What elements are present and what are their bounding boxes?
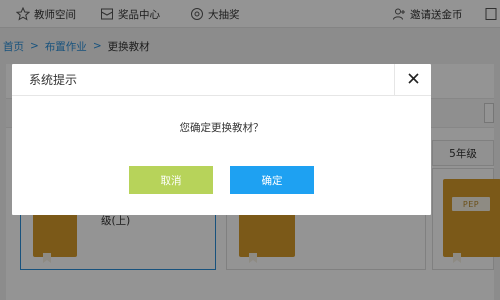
confirm-dialog: 系统提示 您确定更换教材？ 取消 确定 [12,64,431,215]
confirm-button[interactable]: 确定 [230,166,314,194]
close-button[interactable] [394,64,431,96]
close-icon [407,73,419,87]
cancel-button[interactable]: 取消 [129,166,213,194]
dialog-title: 系统提示 [29,73,78,87]
dialog-header: 系统提示 [12,64,431,96]
dialog-message: 您确定更换教材？ [179,122,264,134]
